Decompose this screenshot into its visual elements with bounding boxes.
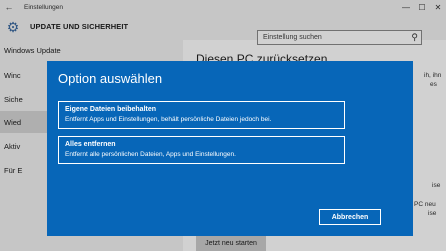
option-title: Alles entfernen bbox=[65, 141, 116, 148]
option-description: Entfernt Apps und Einstellungen, behält … bbox=[65, 116, 272, 123]
dialog-title: Option auswählen bbox=[58, 71, 163, 86]
cancel-button[interactable]: Abbrechen bbox=[319, 209, 381, 225]
option-description: Entfernt alle persönlichen Dateien, Apps… bbox=[65, 151, 236, 158]
option-keep-files-button[interactable]: Eigene Dateien beibehalten Entfernt Apps… bbox=[58, 101, 345, 129]
option-title: Eigene Dateien beibehalten bbox=[65, 106, 157, 113]
option-remove-everything-button[interactable]: Alles entfernen Entfernt alle persönlich… bbox=[58, 136, 345, 164]
option-dialog: Option auswählen Eigene Dateien beibehal… bbox=[47, 61, 413, 236]
